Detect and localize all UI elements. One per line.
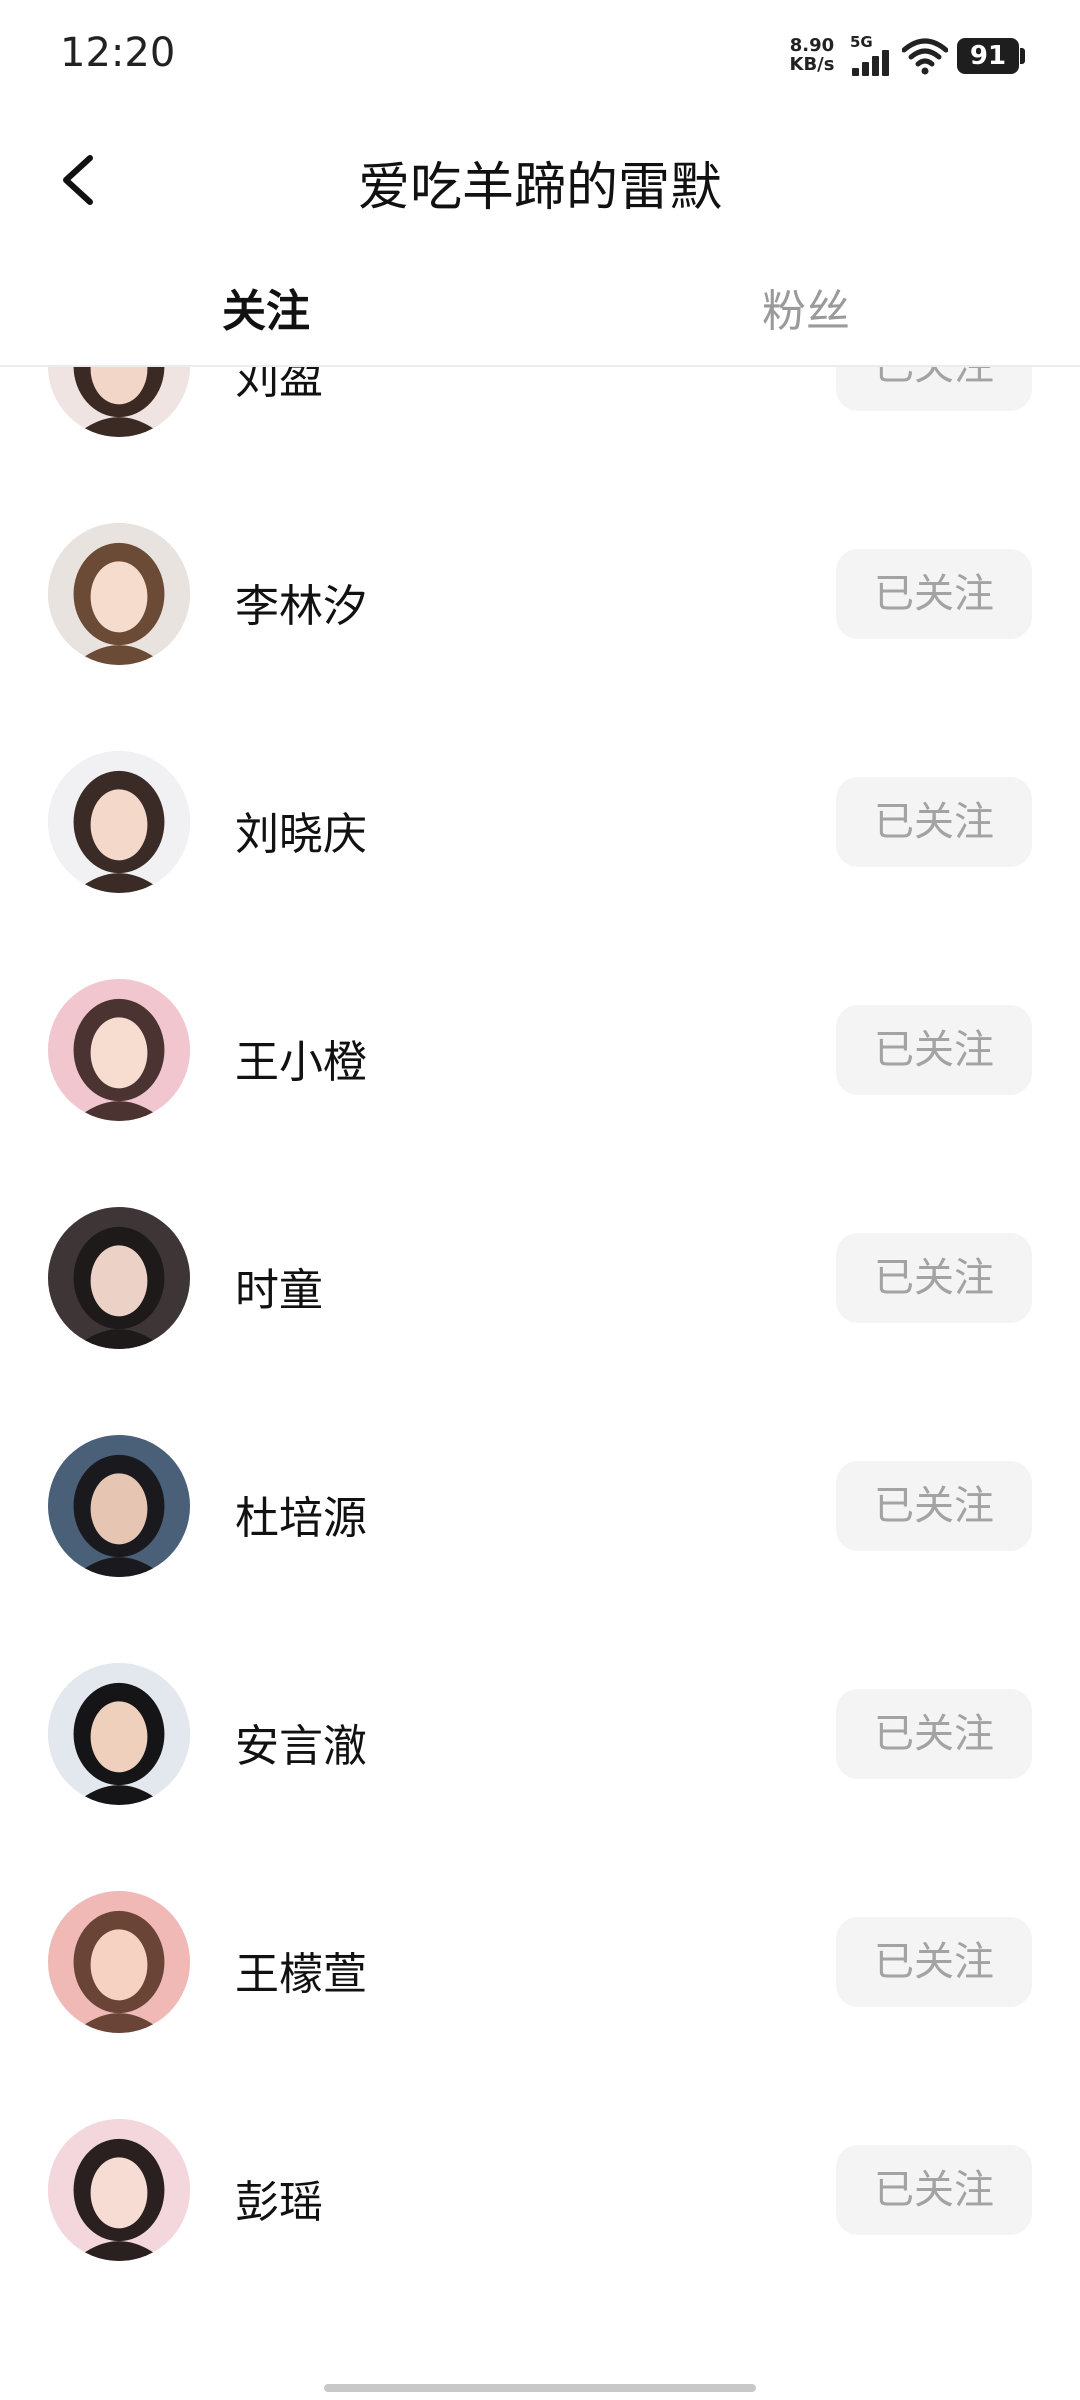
avatar-image [48, 751, 190, 893]
following-button[interactable]: 已关注 [836, 549, 1032, 639]
avatar[interactable] [48, 367, 190, 437]
avatar[interactable] [48, 2119, 190, 2261]
following-button[interactable]: 已关注 [836, 1917, 1032, 2007]
battery-icon: 91 [957, 38, 1019, 74]
avatar[interactable] [48, 979, 190, 1121]
avatar-image [48, 523, 190, 665]
follow-list: 刘盈已关注李林汐已关注刘晓庆已关注王小橙已关注时童已关注杜培源已关注安言澈已关注… [0, 367, 1080, 2357]
page-title: 爱吃羊蹄的雷默 [357, 158, 722, 218]
battery-tip [1020, 48, 1025, 64]
list-item[interactable]: 刘盈 已关注 [0, 367, 1080, 480]
user-name[interactable]: 王小橙 [235, 1026, 367, 1090]
following-button[interactable]: 已关注 [836, 1461, 1032, 1551]
list-item[interactable]: 安言澈 已关注 [0, 1620, 1080, 1848]
network-speed-value: 8.90 [789, 35, 835, 56]
home-indicator[interactable] [324, 2384, 756, 2392]
avatar[interactable] [48, 523, 190, 665]
avatar-image [48, 1207, 190, 1349]
user-name[interactable]: 时童 [235, 1254, 323, 1318]
following-button[interactable]: 已关注 [836, 1233, 1032, 1323]
user-name[interactable]: 刘晓庆 [235, 798, 367, 862]
network-speed-unit: KB/s [789, 54, 835, 75]
list-item[interactable]: 刘晓庆 已关注 [0, 708, 1080, 936]
user-name[interactable]: 李林汐 [235, 570, 367, 634]
network-speed: 8.90 KB/s [788, 36, 836, 74]
following-button[interactable]: 已关注 [836, 777, 1032, 867]
user-name[interactable]: 彭瑶 [235, 2166, 323, 2230]
list-item[interactable]: 时童 已关注 [0, 1164, 1080, 1392]
status-time: 12:20 [60, 30, 176, 76]
avatar-image [48, 2119, 190, 2261]
list-item[interactable]: 杜培源 已关注 [0, 1392, 1080, 1620]
header: 爱吃羊蹄的雷默 [0, 115, 1080, 245]
avatar-image [48, 1663, 190, 1805]
signal-icon [852, 50, 894, 76]
avatar[interactable] [48, 1435, 190, 1577]
user-name[interactable]: 杜培源 [235, 1482, 367, 1546]
avatar-image [48, 979, 190, 1121]
list-item[interactable]: 李林汐 已关注 [0, 480, 1080, 708]
following-button[interactable]: 已关注 [836, 367, 1032, 411]
avatar[interactable] [48, 1663, 190, 1805]
user-name[interactable]: 安言澈 [235, 1710, 367, 1774]
list-item[interactable]: 王小橙 已关注 [0, 936, 1080, 1164]
following-button[interactable]: 已关注 [836, 2145, 1032, 2235]
following-button[interactable]: 已关注 [836, 1005, 1032, 1095]
avatar[interactable] [48, 1891, 190, 2033]
following-button[interactable]: 已关注 [836, 1689, 1032, 1779]
user-name[interactable]: 刘盈 [235, 367, 323, 406]
avatar[interactable] [48, 1207, 190, 1349]
list-item[interactable]: 王檬萱 已关注 [0, 1848, 1080, 2076]
status-bar: 12:20 8.90 KB/s 5G 91 [0, 0, 1080, 115]
avatar-image [48, 367, 190, 437]
list-item[interactable]: 彭瑶 已关注 [0, 2076, 1080, 2304]
tab-bar: 关注 粉丝 [0, 245, 1080, 367]
wifi-icon [901, 36, 949, 76]
tab-following[interactable]: 关注 [222, 275, 310, 339]
avatar-image [48, 1435, 190, 1577]
avatar[interactable] [48, 751, 190, 893]
tab-fans[interactable]: 粉丝 [762, 275, 850, 339]
network-type: 5G [850, 33, 873, 51]
user-name[interactable]: 王檬萱 [235, 1938, 367, 2002]
avatar-image [48, 1891, 190, 2033]
